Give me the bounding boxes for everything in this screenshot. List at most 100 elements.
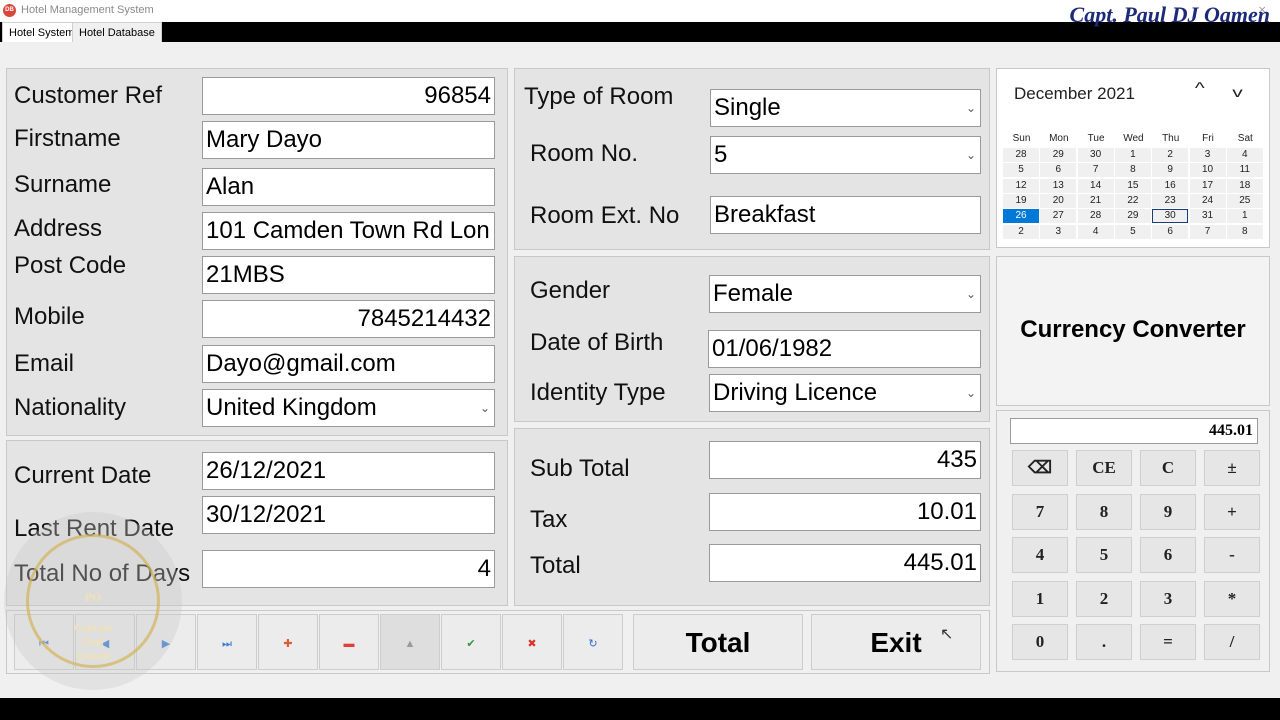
room-type-select[interactable]: Single ⌄: [710, 89, 981, 127]
refresh-button[interactable]: ↻: [563, 614, 623, 670]
zero-key[interactable]: 0: [1012, 624, 1068, 660]
calendar-day-cell[interactable]: 25: [1226, 193, 1263, 208]
confirm-button[interactable]: ✔: [441, 614, 501, 670]
total-button[interactable]: Total: [633, 614, 803, 670]
equals-key[interactable]: =: [1140, 624, 1196, 660]
subtotal-field[interactable]: 435: [709, 441, 981, 479]
calendar-day-cell[interactable]: 8: [1226, 224, 1263, 239]
chevron-down-icon[interactable]: v: [1232, 84, 1243, 100]
calendar-day-cell[interactable]: 6: [1152, 224, 1189, 239]
address-field[interactable]: 101 Camden Town Rd Lon: [202, 212, 495, 250]
one-key[interactable]: 1: [1012, 580, 1068, 617]
calendar-day-cell[interactable]: 1: [1226, 209, 1263, 224]
backspace-key[interactable]: ⌫: [1012, 450, 1068, 486]
clear-key[interactable]: C: [1140, 450, 1196, 486]
tab-hotel-database[interactable]: Hotel Database: [72, 22, 162, 42]
chevron-down-icon[interactable]: ⌄: [966, 276, 976, 312]
chevron-down-icon[interactable]: ⌄: [966, 375, 976, 411]
calendar-day-cell[interactable]: 26: [1003, 209, 1039, 224]
room-ext-field[interactable]: Breakfast: [710, 196, 981, 234]
chevron-down-icon[interactable]: ⌄: [480, 390, 490, 426]
calendar-day-cell[interactable]: 17: [1189, 178, 1226, 193]
last-rent-date-field[interactable]: 30/12/2021: [202, 496, 495, 534]
calendar-day-cell[interactable]: 2: [1152, 148, 1189, 162]
calendar-day-cell[interactable]: 5: [1114, 224, 1151, 239]
calendar-day-cell[interactable]: 24: [1189, 193, 1226, 208]
calendar-day-cell[interactable]: 7: [1189, 224, 1226, 239]
calendar-day-cell[interactable]: 22: [1114, 193, 1151, 208]
nine-key[interactable]: 9: [1140, 493, 1196, 530]
calendar-day-cell[interactable]: 29: [1040, 148, 1077, 162]
calendar-day-cell[interactable]: 13: [1040, 178, 1077, 193]
firstname-field[interactable]: Mary Dayo: [202, 121, 495, 159]
ce-key[interactable]: CE: [1076, 450, 1132, 486]
exit-button[interactable]: Exit: [811, 614, 981, 670]
email-field[interactable]: Dayo@gmail.com: [202, 345, 495, 383]
up-button[interactable]: ▲: [380, 614, 440, 670]
calendar-day-cell[interactable]: 6: [1040, 163, 1077, 178]
current-date-field[interactable]: 26/12/2021: [202, 452, 495, 490]
calendar-day-cell[interactable]: 11: [1226, 163, 1263, 178]
surname-field[interactable]: Alan: [202, 168, 495, 206]
calendar-day-cell[interactable]: 12: [1003, 178, 1039, 193]
calendar-day-cell[interactable]: 8: [1114, 163, 1151, 178]
calendar-day-cell[interactable]: 3: [1189, 148, 1226, 162]
calendar-day-cell[interactable]: 27: [1040, 209, 1077, 224]
calendar-day-cell[interactable]: 2: [1003, 224, 1039, 239]
three-key[interactable]: 3: [1140, 580, 1196, 617]
five-key[interactable]: 5: [1076, 537, 1132, 573]
dob-field[interactable]: 01/06/1982: [708, 330, 981, 368]
cancel-button[interactable]: ✖: [502, 614, 562, 670]
divide-key[interactable]: /: [1204, 624, 1260, 660]
calendar-day-cell[interactable]: 1: [1114, 148, 1151, 162]
decimal-key[interactable]: .: [1076, 624, 1132, 660]
delete-record-button[interactable]: ▬: [319, 614, 379, 670]
calendar-day-cell[interactable]: 20: [1040, 193, 1077, 208]
calendar-day-cell[interactable]: 15: [1114, 178, 1151, 193]
calendar-day-cell[interactable]: 4: [1077, 224, 1114, 239]
calendar-day-cell[interactable]: 30: [1152, 209, 1189, 224]
calendar-day-cell[interactable]: 3: [1040, 224, 1077, 239]
calendar-day-cell[interactable]: 23: [1152, 193, 1189, 208]
calendar-day-cell[interactable]: 18: [1226, 178, 1263, 193]
calendar-day-cell[interactable]: 31: [1189, 209, 1226, 224]
add-record-button[interactable]: ✚: [258, 614, 318, 670]
room-no-select[interactable]: 5 ⌄: [710, 136, 981, 174]
calendar-day-cell[interactable]: 30: [1077, 148, 1114, 162]
calendar-day-cell[interactable]: 7: [1077, 163, 1114, 178]
nationality-select[interactable]: United Kingdom ⌄: [202, 389, 495, 427]
calendar-day-cell[interactable]: 21: [1077, 193, 1114, 208]
multiply-key[interactable]: *: [1204, 580, 1260, 617]
eight-key[interactable]: 8: [1076, 493, 1132, 530]
calendar-day-cell[interactable]: 28: [1077, 209, 1114, 224]
four-key[interactable]: 4: [1012, 537, 1068, 573]
total-field[interactable]: 445.01: [709, 544, 981, 582]
calendar-day-cell[interactable]: 9: [1152, 163, 1189, 178]
calendar-day-cell[interactable]: 10: [1189, 163, 1226, 178]
calendar-day-cell[interactable]: 19: [1003, 193, 1039, 208]
two-key[interactable]: 2: [1076, 580, 1132, 617]
tax-field[interactable]: 10.01: [709, 493, 981, 531]
identity-type-select[interactable]: Driving Licence ⌄: [709, 374, 981, 412]
calendar-day-cell[interactable]: 16: [1152, 178, 1189, 193]
last-record-button[interactable]: ⏭: [197, 614, 257, 670]
add-key[interactable]: +: [1204, 493, 1260, 530]
chevron-down-icon[interactable]: ⌄: [966, 90, 976, 126]
tab-hotel-system[interactable]: Hotel System: [2, 22, 82, 42]
subtract-key[interactable]: -: [1204, 537, 1260, 573]
gender-select[interactable]: Female ⌄: [709, 275, 981, 313]
calendar-day-cell[interactable]: 28: [1003, 148, 1039, 162]
calendar-day-cell[interactable]: 14: [1077, 178, 1114, 193]
chevron-up-icon[interactable]: ^: [1195, 80, 1205, 98]
calendar-day-cell[interactable]: 4: [1226, 148, 1263, 162]
mobile-field[interactable]: 7845214432: [202, 300, 495, 338]
sign-key[interactable]: ±: [1204, 450, 1260, 486]
calendar-day-cell[interactable]: 29: [1114, 209, 1151, 224]
postcode-field[interactable]: 21MBS: [202, 256, 495, 294]
six-key[interactable]: 6: [1140, 537, 1196, 573]
calculator-display[interactable]: 445.01: [1010, 418, 1258, 444]
chevron-down-icon[interactable]: ⌄: [966, 137, 976, 173]
customer-ref-field[interactable]: 96854: [202, 77, 495, 115]
seven-key[interactable]: 7: [1012, 493, 1068, 530]
total-days-field[interactable]: 4: [202, 550, 495, 588]
